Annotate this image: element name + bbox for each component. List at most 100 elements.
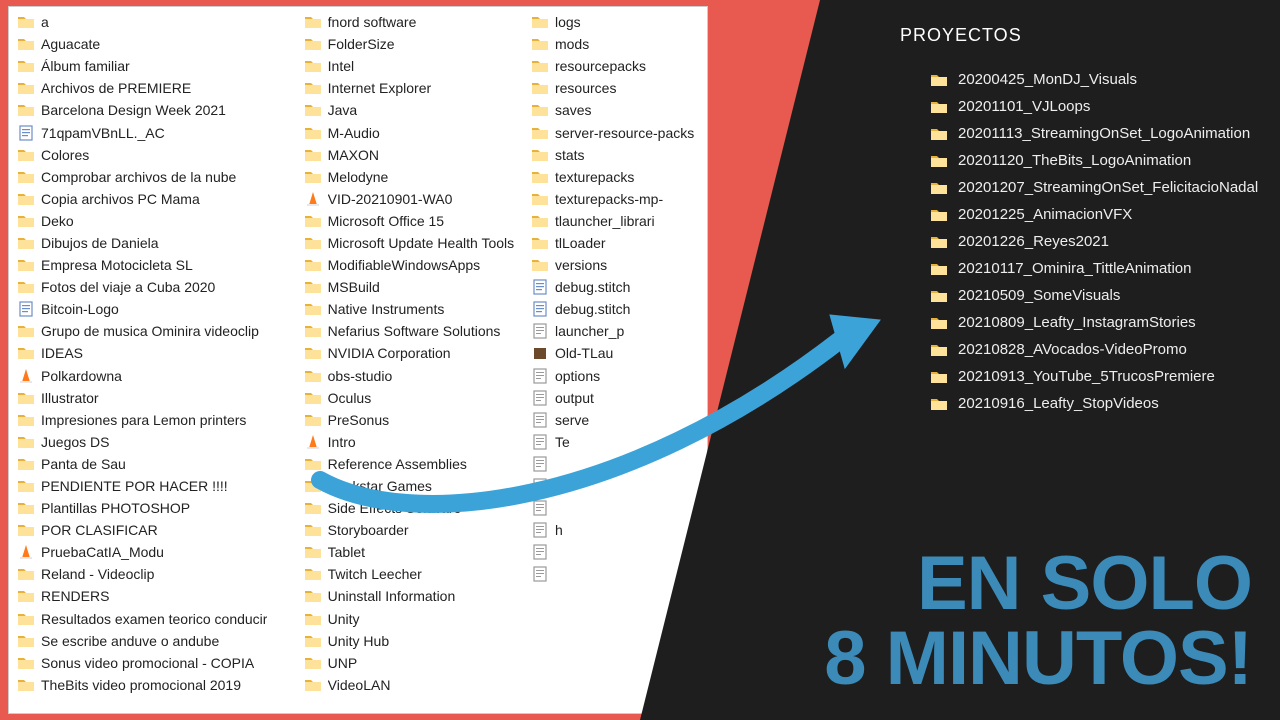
file-item[interactable]: versions [531, 254, 699, 276]
file-item[interactable]: options [531, 365, 699, 387]
file-item[interactable] [531, 563, 699, 585]
project-folder[interactable]: 20201226_Reyes2021 [930, 228, 1260, 255]
file-item[interactable]: Álbum familiar [17, 55, 304, 77]
file-item[interactable]: output [531, 387, 699, 409]
file-item[interactable]: texturepacks-mp- [531, 188, 699, 210]
project-folder[interactable]: 20210509_SomeVisuals [930, 282, 1260, 309]
file-item[interactable]: Tablet [304, 541, 531, 563]
file-item[interactable]: Rockstar Games [304, 475, 531, 497]
file-item[interactable]: Plantillas PHOTOSHOP [17, 497, 304, 519]
file-item[interactable]: h [531, 519, 699, 541]
file-item[interactable]: Aguacate [17, 33, 304, 55]
file-item[interactable]: Old-TLau [531, 342, 699, 364]
file-item[interactable]: PreSonus [304, 409, 531, 431]
file-item[interactable]: Colores [17, 144, 304, 166]
file-item[interactable]: UNP [304, 652, 531, 674]
file-item[interactable]: texturepacks [531, 166, 699, 188]
file-item[interactable]: debug.stitch [531, 298, 699, 320]
file-item[interactable]: Grupo de musica Ominira videoclip [17, 320, 304, 342]
file-item[interactable]: TheBits video promocional 2019 [17, 674, 304, 696]
file-item[interactable]: Se escribe anduve o andube [17, 630, 304, 652]
file-item[interactable]: Comprobar archivos de la nube [17, 166, 304, 188]
file-item[interactable]: Empresa Motocicleta SL [17, 254, 304, 276]
file-item[interactable]: Reference Assemblies [304, 453, 531, 475]
file-item[interactable]: Internet Explorer [304, 77, 531, 99]
file-item[interactable]: launcher_p [531, 320, 699, 342]
file-item[interactable]: Fotos del viaje a Cuba 2020 [17, 276, 304, 298]
file-item[interactable] [531, 541, 699, 563]
file-item[interactable]: Sonus video promocional - COPIA [17, 652, 304, 674]
file-item[interactable]: Resultados examen teorico conducir [17, 608, 304, 630]
file-item[interactable]: obs-studio [304, 365, 531, 387]
file-item[interactable]: Intel [304, 55, 531, 77]
project-folder[interactable]: 20210117_Ominira_TittleAnimation [930, 255, 1260, 282]
file-item[interactable]: POR CLASIFICAR [17, 519, 304, 541]
file-item[interactable]: Barcelona Design Week 2021 [17, 99, 304, 121]
project-folder[interactable]: 20210828_AVocados-VideoPromo [930, 336, 1260, 363]
file-item[interactable] [531, 453, 699, 475]
file-item[interactable]: Unity Hub [304, 630, 531, 652]
file-item[interactable]: M-Audio [304, 121, 531, 143]
file-item[interactable]: Panta de Sau [17, 453, 304, 475]
file-item[interactable]: Reland - Videoclip [17, 563, 304, 585]
file-item[interactable]: Melodyne [304, 166, 531, 188]
file-item[interactable]: debug.stitch [531, 276, 699, 298]
file-item[interactable]: Nefarius Software Solutions [304, 320, 531, 342]
file-item[interactable]: saves [531, 99, 699, 121]
file-item[interactable]: tlLoader [531, 232, 699, 254]
file-item[interactable]: Deko [17, 210, 304, 232]
file-item[interactable] [531, 497, 699, 519]
file-item[interactable]: Twitch Leecher [304, 563, 531, 585]
file-item[interactable]: MSBuild [304, 276, 531, 298]
file-item[interactable]: MAXON [304, 144, 531, 166]
file-item[interactable]: tlauncher_librari [531, 210, 699, 232]
file-item[interactable]: resourcepacks [531, 55, 699, 77]
file-item[interactable]: Native Instruments [304, 298, 531, 320]
file-item[interactable]: Te [531, 431, 699, 453]
file-item[interactable]: Uninstall Information [304, 585, 531, 607]
project-folder[interactable]: 20201101_VJLoops [930, 93, 1260, 120]
file-item[interactable]: Illustrator [17, 387, 304, 409]
file-item[interactable]: Intro [304, 431, 531, 453]
file-item[interactable]: Juegos DS [17, 431, 304, 453]
file-item[interactable]: VID-20210901-WA0 [304, 188, 531, 210]
file-item[interactable]: resources [531, 77, 699, 99]
file-item[interactable]: RENDERS [17, 585, 304, 607]
project-folder[interactable]: 20210916_Leafty_StopVideos [930, 390, 1260, 417]
file-item[interactable]: Copia archivos PC Mama [17, 188, 304, 210]
project-folder[interactable]: 20200425_MonDJ_Visuals [930, 66, 1260, 93]
file-item[interactable]: Archivos de PREMIERE [17, 77, 304, 99]
project-folder[interactable]: 20210809_Leafty_InstagramStories [930, 309, 1260, 336]
file-item[interactable]: serve [531, 409, 699, 431]
file-item[interactable]: Microsoft Office 15 [304, 210, 531, 232]
file-item[interactable]: IDEAS [17, 342, 304, 364]
file-item[interactable]: Unity [304, 608, 531, 630]
file-item[interactable]: Bitcoin-Logo [17, 298, 304, 320]
file-item[interactable]: stats [531, 144, 699, 166]
file-item[interactable]: 71qpamVBnLL._AC [17, 121, 304, 143]
file-item[interactable]: PruebaCatIA_Modu [17, 541, 304, 563]
file-item[interactable]: a [17, 11, 304, 33]
project-folder[interactable]: 20201113_StreamingOnSet_LogoAnimation [930, 120, 1260, 147]
file-item[interactable]: Impresiones para Lemon printers [17, 409, 304, 431]
file-item[interactable]: VideoLAN [304, 674, 531, 696]
file-item[interactable]: Oculus [304, 387, 531, 409]
file-item[interactable]: Storyboarder [304, 519, 531, 541]
file-item[interactable]: ModifiableWindowsApps [304, 254, 531, 276]
file-item[interactable]: Dibujos de Daniela [17, 232, 304, 254]
file-item[interactable]: PENDIENTE POR HACER !!!! [17, 475, 304, 497]
file-item[interactable]: t [531, 475, 699, 497]
file-item[interactable]: Polkardowna [17, 365, 304, 387]
file-item[interactable]: Microsoft Update Health Tools [304, 232, 531, 254]
file-item[interactable]: server-resource-packs [531, 121, 699, 143]
project-folder[interactable]: 20201120_TheBits_LogoAnimation [930, 147, 1260, 174]
file-item[interactable]: Java [304, 99, 531, 121]
file-item[interactable]: FolderSize [304, 33, 531, 55]
file-item[interactable]: fnord software [304, 11, 531, 33]
file-item[interactable]: Side Effects Software [304, 497, 531, 519]
project-folder[interactable]: 20201225_AnimacionVFX [930, 201, 1260, 228]
file-item[interactable]: NVIDIA Corporation [304, 342, 531, 364]
file-item[interactable]: logs [531, 11, 699, 33]
project-folder[interactable]: 20210913_YouTube_5TrucosPremiere [930, 363, 1260, 390]
project-folder[interactable]: 20201207_StreamingOnSet_FelicitacioNadal [930, 174, 1260, 201]
